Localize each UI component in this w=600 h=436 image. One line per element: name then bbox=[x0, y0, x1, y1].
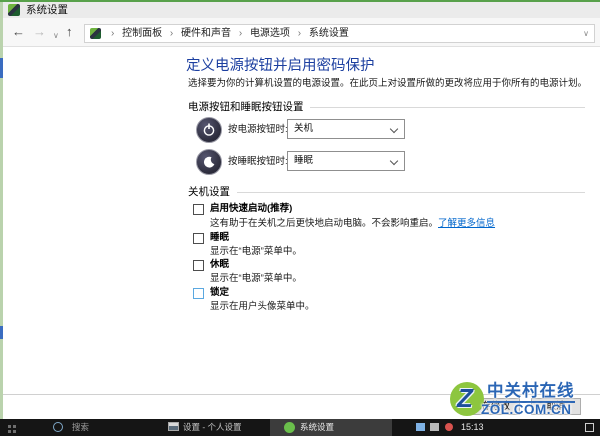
lock-checkbox[interactable] bbox=[193, 288, 204, 299]
fast-startup-description: 这有助于在关机之后更快地启动电脑。不会影响重启。了解更多信息 bbox=[210, 218, 495, 230]
fast-startup-label[interactable]: 启用快速启动(推荐) bbox=[210, 203, 292, 215]
section-title-shutdown: 关机设置 bbox=[188, 186, 230, 198]
breadcrumb-separator-icon: › bbox=[239, 28, 242, 39]
breadcrumb: › 控制面板 › 硬件和声音 › 电源选项 › 系统设置 bbox=[106, 27, 349, 40]
action-center-icon[interactable] bbox=[585, 423, 594, 432]
window-bottom-border bbox=[0, 394, 600, 395]
power-button-action-select[interactable]: 关机 bbox=[287, 119, 405, 139]
chevron-down-icon bbox=[390, 125, 398, 133]
address-bar[interactable]: › 控制面板 › 硬件和声音 › 电源选项 › 系统设置 ∨ bbox=[84, 24, 595, 43]
titlebar: 系统设置 bbox=[0, 2, 600, 18]
taskbar-item-settings-window[interactable]: 设置 - 个人设置 bbox=[160, 419, 266, 436]
cancel-button[interactable]: 取消 bbox=[531, 398, 581, 415]
tray-network-icon[interactable] bbox=[416, 423, 425, 431]
sleep-description: 显示在“电源”菜单中。 bbox=[210, 246, 302, 258]
forward-icon: → bbox=[33, 24, 46, 40]
hibernate-description: 显示在“电源”菜单中。 bbox=[210, 273, 302, 285]
chevron-down-icon bbox=[390, 157, 398, 165]
page-intro: 选择要为你的计算机设置的电源设置。在此页上对设置所做的更改将应用于你所有的电源计… bbox=[188, 78, 587, 90]
window-title: 系统设置 bbox=[26, 4, 68, 16]
history-chevron-icon[interactable]: ∨ bbox=[53, 28, 59, 44]
taskbar-item-label: 设置 - 个人设置 bbox=[183, 422, 242, 433]
taskbar: 搜索 设置 - 个人设置 系统设置 15:13 bbox=[0, 419, 600, 436]
breadcrumb-item-hardware-sound[interactable]: 硬件和声音 bbox=[181, 28, 231, 39]
sleep-button-action-select[interactable]: 睡眠 bbox=[287, 151, 405, 171]
left-edge-text-fragment bbox=[0, 326, 3, 339]
hibernate-label[interactable]: 休眠 bbox=[210, 259, 229, 271]
breadcrumb-separator-icon: › bbox=[111, 28, 114, 39]
address-dropdown-icon[interactable]: ∨ bbox=[583, 29, 589, 38]
screenshot-root: 系统设置 ← → ∨ ↑ › 控制面板 › 硬件和声音 › 电源选项 › 系统设… bbox=[0, 0, 600, 436]
fast-startup-description-text: 这有助于在关机之后更快地启动电脑。不会影响重启。 bbox=[210, 218, 438, 229]
settings-page: 定义电源按钮并启用密码保护 选择要为你的计算机设置的电源设置。在此页上对设置所做… bbox=[0, 46, 600, 419]
power-options-app-icon bbox=[8, 4, 20, 16]
address-location-icon bbox=[90, 28, 101, 39]
sleep-label[interactable]: 睡眠 bbox=[210, 232, 229, 244]
system-settings-icon bbox=[284, 422, 295, 433]
breadcrumb-separator-icon: › bbox=[170, 28, 173, 39]
taskbar-search-label[interactable]: 搜索 bbox=[72, 422, 89, 433]
up-icon[interactable]: ↑ bbox=[66, 24, 73, 40]
breadcrumb-item-system-settings[interactable]: 系统设置 bbox=[309, 28, 349, 39]
sleep-checkbox[interactable] bbox=[193, 233, 204, 244]
taskbar-item-system-settings[interactable]: 系统设置 bbox=[270, 419, 392, 436]
tray-notification-badge-icon[interactable] bbox=[445, 423, 453, 431]
back-icon[interactable]: ← bbox=[12, 24, 25, 40]
left-edge-text-fragment bbox=[0, 58, 3, 78]
learn-more-link[interactable]: 了解更多信息 bbox=[438, 218, 495, 229]
power-button-action-value: 关机 bbox=[294, 123, 313, 134]
lock-description: 显示在用户头像菜单中。 bbox=[210, 301, 315, 313]
power-button-icon bbox=[196, 117, 222, 143]
start-icon[interactable] bbox=[8, 425, 11, 428]
sleep-button-row-label: 按睡眠按钮时: bbox=[228, 156, 288, 168]
section-title-power-buttons: 电源按钮和睡眠按钮设置 bbox=[188, 101, 304, 113]
page-title: 定义电源按钮并启用密码保护 bbox=[186, 58, 375, 75]
navigation-bar: ← → ∨ ↑ › 控制面板 › 硬件和声音 › 电源选项 › 系统设置 ∨ bbox=[0, 18, 600, 47]
hibernate-checkbox[interactable] bbox=[193, 260, 204, 271]
section-divider bbox=[237, 192, 585, 193]
taskbar-clock[interactable]: 15:13 bbox=[461, 422, 484, 433]
lock-label[interactable]: 锁定 bbox=[210, 287, 229, 299]
sleep-button-action-value: 睡眠 bbox=[294, 155, 313, 166]
breadcrumb-separator-icon: › bbox=[298, 28, 301, 39]
window-icon bbox=[168, 422, 179, 431]
left-edge-artifact bbox=[0, 0, 3, 419]
sleep-button-icon bbox=[196, 149, 222, 175]
taskbar-item-label: 系统设置 bbox=[300, 422, 334, 433]
section-divider bbox=[310, 107, 585, 108]
fast-startup-checkbox[interactable] bbox=[193, 204, 204, 215]
power-button-row-label: 按电源按钮时: bbox=[228, 124, 288, 136]
breadcrumb-item-power-options[interactable]: 电源选项 bbox=[250, 28, 290, 39]
tray-volume-icon[interactable] bbox=[430, 423, 439, 431]
breadcrumb-item-control-panel[interactable]: 控制面板 bbox=[122, 28, 162, 39]
cortana-search-icon[interactable] bbox=[53, 422, 63, 432]
save-changes-button[interactable]: 保存修改 bbox=[462, 398, 520, 415]
top-edge-artifact bbox=[0, 0, 600, 2]
